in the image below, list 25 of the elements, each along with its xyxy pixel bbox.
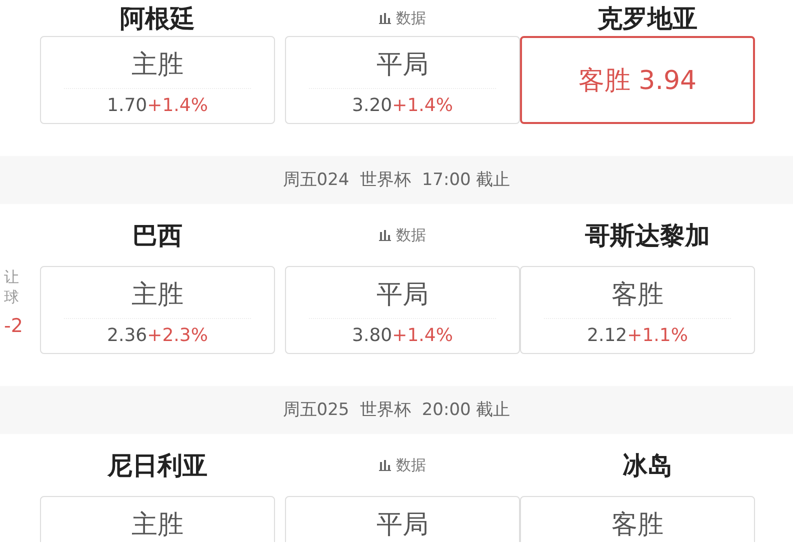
home-team: 阿根廷 [119, 2, 196, 34]
odds-option[interactable]: 平局 3.20+1.4% [285, 36, 520, 124]
odds-option[interactable]: 主胜 [40, 496, 275, 542]
odds-option[interactable]: 平局 [285, 496, 520, 542]
bar-chart-icon [379, 459, 391, 471]
away-team: 克罗地亚 [596, 2, 698, 34]
home-team: 巴西 [132, 220, 184, 252]
away-team: 哥斯达黎加 [584, 220, 711, 252]
odds-option[interactable]: 平局 3.80+1.4% [285, 266, 520, 354]
data-link[interactable]: 数据 [285, 8, 520, 28]
odds-option[interactable]: 主胜 1.70+1.4% [40, 36, 275, 124]
odds-option[interactable]: 客胜 3.94 [520, 36, 755, 124]
data-link[interactable]: 数据 [285, 226, 520, 244]
odds-option[interactable]: 客胜 2.12+1.1% [520, 266, 755, 354]
odds-option[interactable]: 客胜 [520, 496, 755, 542]
handicap-label: 让球 [3, 268, 19, 307]
handicap-value: -2 [3, 315, 23, 337]
bar-chart-icon [379, 12, 391, 24]
odds-option[interactable]: 主胜 2.36+2.3% [40, 266, 275, 354]
match-header: 周五024 世界杯 17:00 截止 [0, 156, 793, 204]
data-link[interactable]: 数据 [285, 456, 520, 474]
home-team: 尼日利亚 [106, 450, 208, 482]
bar-chart-icon [379, 229, 391, 241]
match-header: 周五025 世界杯 20:00 截止 [0, 386, 793, 434]
away-team: 冰岛 [622, 450, 674, 482]
